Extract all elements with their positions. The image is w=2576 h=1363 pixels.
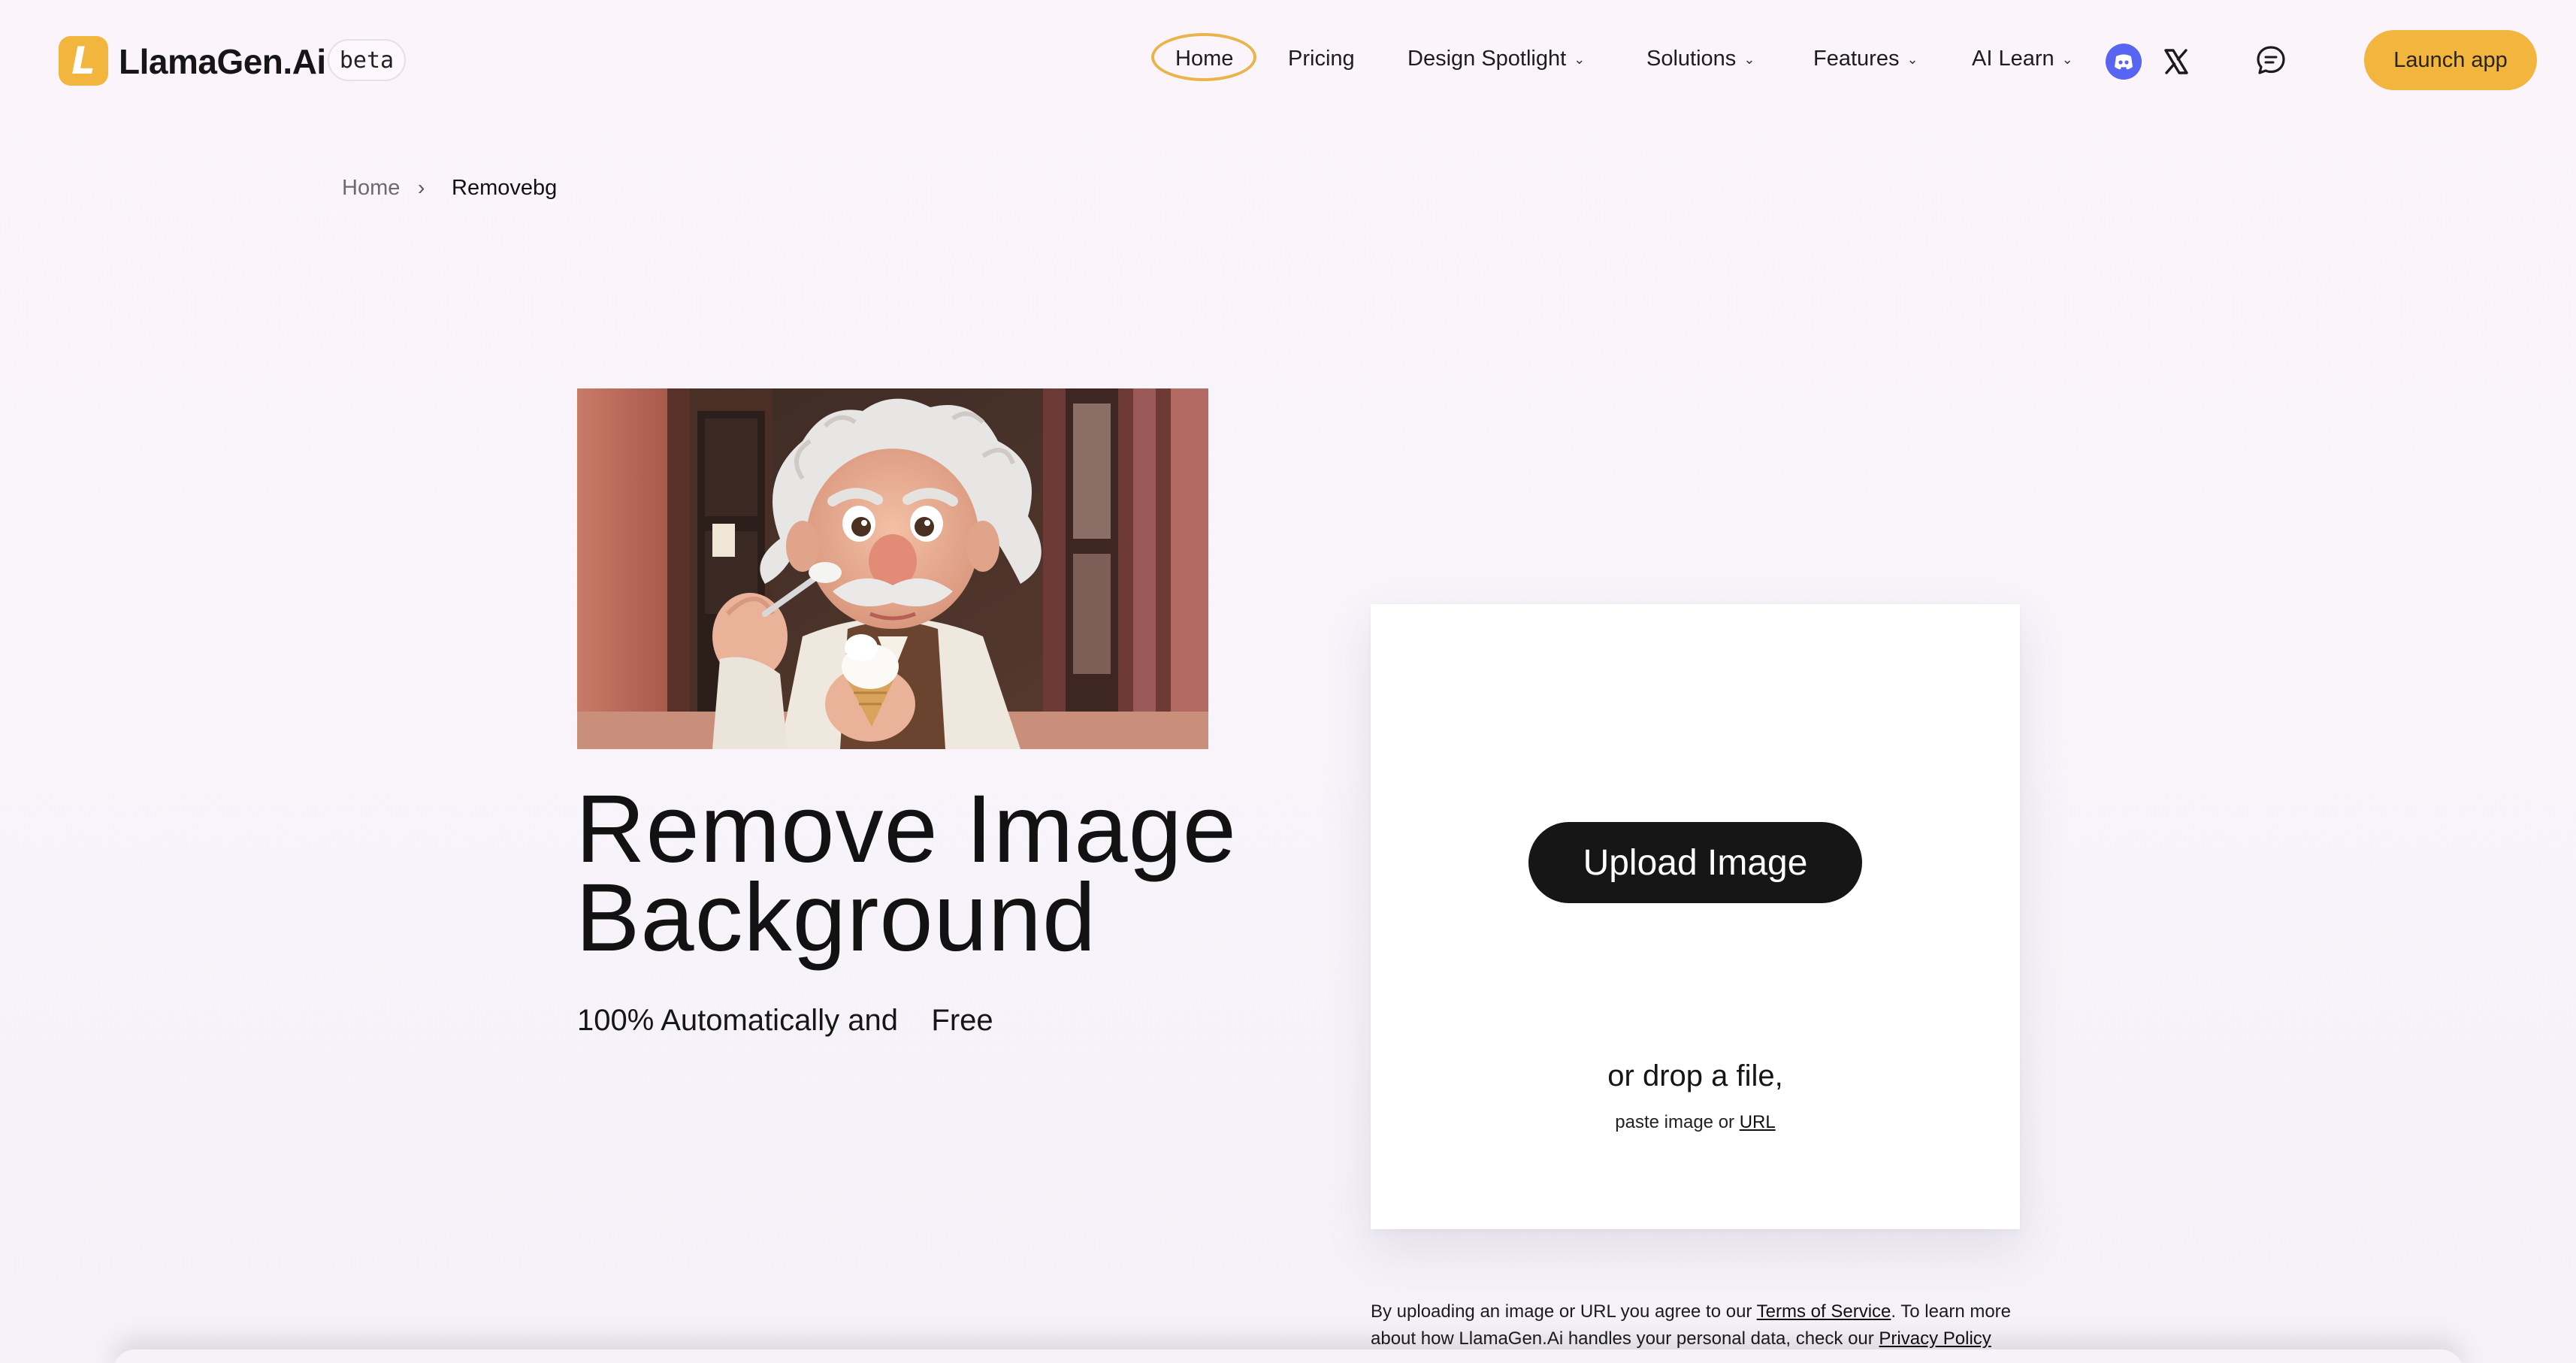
beta-badge: beta <box>328 39 406 81</box>
nav-design-spotlight-label: Design Spotlight <box>1407 47 1567 71</box>
url-link[interactable]: URL <box>1740 1112 1776 1132</box>
logo-letter: L <box>71 39 95 83</box>
breadcrumb-current: Removebg <box>452 176 558 200</box>
nav-solutions[interactable]: Solutions ⌄ <box>1646 42 1755 75</box>
bottom-panel-edge <box>113 1349 2463 1363</box>
nav-solutions-label: Solutions <box>1646 47 1737 71</box>
nav-pricing[interactable]: Pricing <box>1288 42 1355 75</box>
chevron-down-icon: ⌄ <box>1574 52 1586 68</box>
nav-home[interactable]: Home <box>1175 42 1233 75</box>
logo-icon[interactable]: L <box>59 36 108 86</box>
hero-subtitle: 100% Automatically and Free <box>577 1004 993 1037</box>
legal-text-1: By uploading an image or URL you agree t… <box>1371 1301 1757 1322</box>
page-title: Remove Image Background <box>576 775 1327 972</box>
chevron-down-icon: ⌄ <box>1743 52 1755 68</box>
nav-ai-learn-label: AI Learn <box>1972 47 2054 71</box>
chevron-down-icon: ⌄ <box>1906 52 1918 68</box>
launch-app-button[interactable]: Launch app <box>2364 30 2537 90</box>
nav-features[interactable]: Features ⌄ <box>1813 42 1918 75</box>
paste-hint-text: paste image or <box>1615 1112 1740 1132</box>
breadcrumb-home[interactable]: Home <box>342 173 400 203</box>
upload-image-button[interactable]: Upload Image <box>1528 822 1862 903</box>
terms-of-service-link[interactable]: Terms of Service <box>1757 1301 1891 1322</box>
title-line-1: Remove Image <box>576 775 1237 883</box>
privacy-policy-link[interactable]: Privacy Policy <box>1879 1328 1991 1349</box>
nav-ai-learn[interactable]: AI Learn ⌄ <box>1972 42 2073 75</box>
nav-features-label: Features <box>1813 47 1900 71</box>
discord-icon[interactable] <box>2106 44 2142 80</box>
chevron-right-icon: › <box>418 176 425 199</box>
title-line-2: Background <box>576 864 1097 972</box>
chevron-down-icon: ⌄ <box>2061 52 2073 68</box>
x-icon[interactable] <box>2158 44 2194 80</box>
drop-file-text: or drop a file, <box>1607 1059 1783 1093</box>
hero-image <box>577 388 1208 749</box>
nav-design-spotlight[interactable]: Design Spotlight ⌄ <box>1407 42 1585 75</box>
brand-name[interactable]: LlamaGen.Ai <box>119 39 326 84</box>
legal-notice: By uploading an image or URL you agree t… <box>1371 1298 2017 1352</box>
upload-dropzone[interactable]: Upload Image or drop a file, paste image… <box>1371 604 2020 1229</box>
chat-icon[interactable] <box>2254 44 2287 77</box>
paste-hint: paste image or URL <box>1371 1109 2020 1136</box>
top-navigation: L LlamaGen.Ai beta Home Pricing Design S… <box>0 0 2576 120</box>
